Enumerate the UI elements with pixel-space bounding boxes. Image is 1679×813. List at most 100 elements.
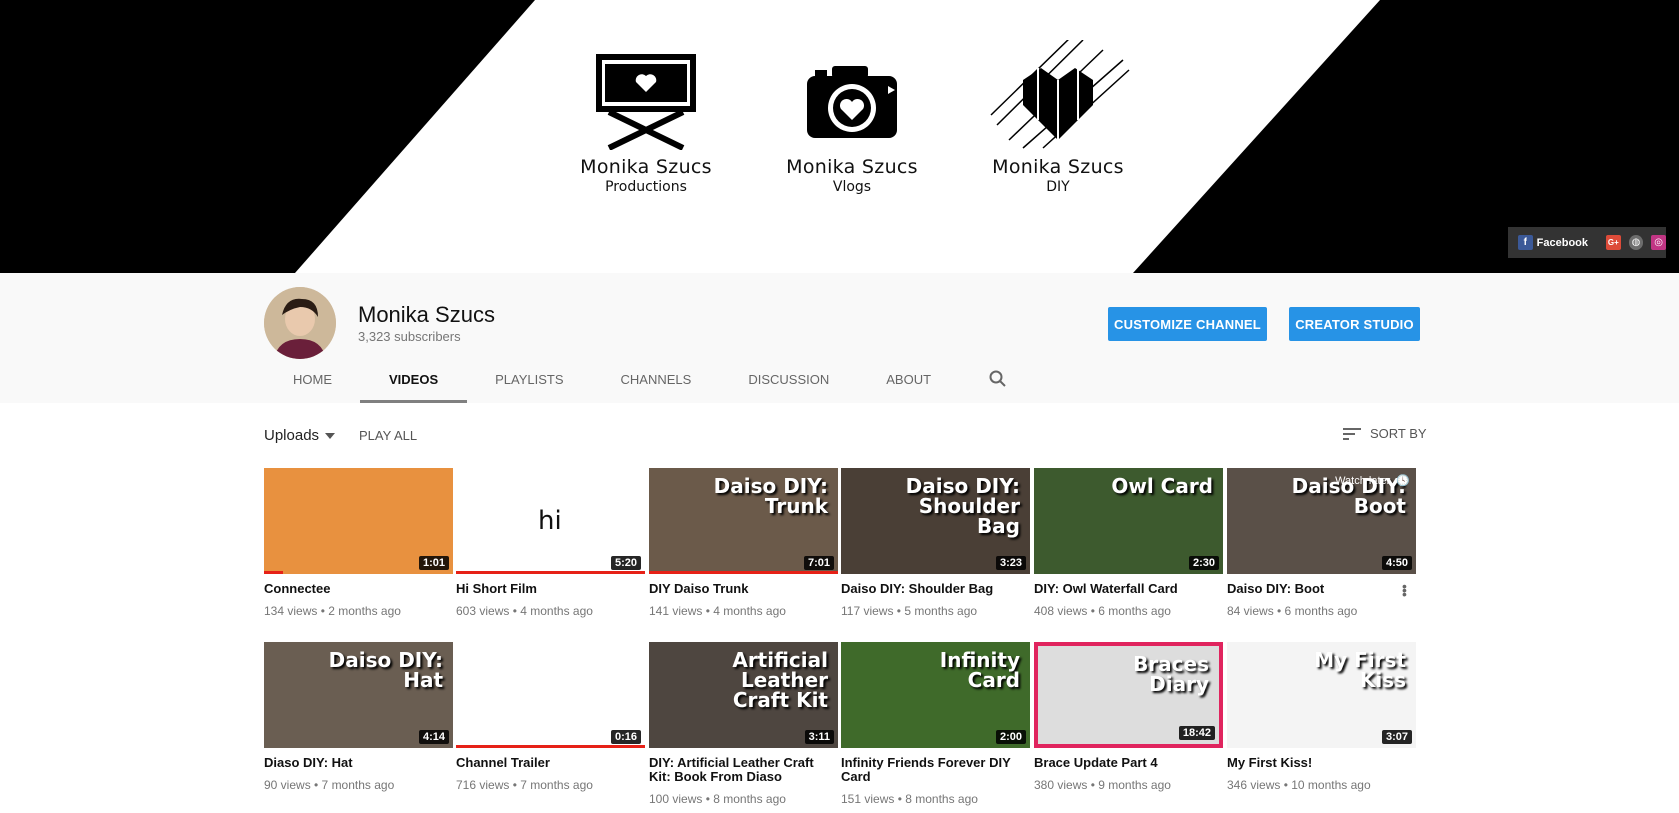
video-title[interactable]: My First Kiss! <box>1227 756 1416 770</box>
video-title[interactable]: Infinity Friends Forever DIY Card <box>841 756 1030 784</box>
video-thumbnail[interactable]: Daiso DIY: Boot Watch later 🕓 4:50 <box>1227 468 1416 574</box>
video-meta: 151 views • 8 months ago <box>841 792 978 806</box>
striped-heart-icon <box>990 40 1130 149</box>
video-title[interactable]: DIY: Artificial Leather Craft Kit: Book … <box>649 756 838 784</box>
video-title[interactable]: Daiso DIY: Boot <box>1227 582 1416 596</box>
video-card[interactable]: Braces Diary 18:42 Brace Update Part 4 380 … <box>1034 642 1223 792</box>
thumbnail-text: My First Kiss <box>1314 648 1406 692</box>
channel-banner: Monika Szucs Productions Monika Szucs Vl… <box>0 0 1679 273</box>
play-all-button[interactable]: PLAY ALL <box>359 428 417 443</box>
customize-channel-button[interactable]: CUSTOMIZE CHANNEL <box>1108 307 1267 341</box>
video-title[interactable]: Daiso DIY: Shoulder Bag <box>841 582 1030 596</box>
thumbnail-text: Daiso DIY: Hat <box>328 648 443 692</box>
watch-later-label: Watch later <box>1335 474 1391 487</box>
brand-vlogs: Monika Szucs Vlogs <box>777 40 927 195</box>
tab-home[interactable]: HOME <box>293 355 332 403</box>
camera-heart-icon <box>807 66 897 138</box>
video-thumbnail[interactable]: 1:01 <box>264 468 453 574</box>
uploads-label: Uploads <box>264 427 320 444</box>
video-thumbnail[interactable]: Infinity Card 2:00 <box>841 642 1030 748</box>
video-thumbnail[interactable]: hi 5:20 <box>456 468 645 574</box>
video-duration: 4:50 <box>1381 556 1412 570</box>
watch-progress-bar <box>264 571 283 574</box>
channel-tabs: HOME VIDEOS PLAYLISTS CHANNELS DISCUSSIO… <box>264 355 1007 403</box>
video-meta: 84 views • 6 months ago <box>1227 604 1358 618</box>
video-title[interactable]: Hi Short Film <box>456 582 645 596</box>
video-card[interactable]: Daiso DIY: Boot Watch later 🕓 4:50 Daiso DIY… <box>1227 468 1416 618</box>
video-thumbnail[interactable]: Owl Card 2:30 <box>1034 468 1223 574</box>
search-icon <box>989 370 1006 387</box>
brand-name: Monika Szucs <box>580 156 712 178</box>
video-duration: 2:30 <box>1188 556 1219 570</box>
video-meta: 100 views • 8 months ago <box>649 792 786 806</box>
thumbnail-text: Infinity Card <box>939 648 1020 692</box>
video-thumbnail[interactable]: Artificial Leather Craft Kit 3:11 <box>649 642 838 748</box>
tab-channels[interactable]: CHANNELS <box>621 355 692 403</box>
watch-later-button[interactable]: Watch later 🕓 <box>1335 474 1410 488</box>
tab-about[interactable]: ABOUT <box>886 355 931 403</box>
sort-by-button[interactable]: SORT BY <box>1343 426 1427 441</box>
watch-progress-bar <box>456 745 645 748</box>
video-thumbnail[interactable]: Braces Diary 18:42 <box>1034 642 1223 748</box>
brand-sub: Vlogs <box>832 179 872 195</box>
video-meta: 90 views • 7 months ago <box>264 778 395 792</box>
uploads-dropdown[interactable]: Uploads <box>264 427 336 444</box>
facebook-link[interactable]: Facebook <box>1537 237 1588 249</box>
video-meta: 117 views • 5 months ago <box>841 604 978 618</box>
video-title[interactable]: Channel Trailer <box>456 756 645 770</box>
sort-icon <box>1343 427 1361 440</box>
avatar[interactable] <box>264 287 336 359</box>
video-thumbnail[interactable]: 0:16 <box>456 642 645 748</box>
google-plus-icon[interactable]: G+ <box>1606 235 1621 250</box>
video-card[interactable]: hi 5:20 Hi Short Film 603 views • 4 months … <box>456 468 645 618</box>
video-card[interactable]: Daiso DIY: Trunk 7:01 DIY Daiso Trunk 141 v… <box>649 468 838 618</box>
video-card[interactable]: Artificial Leather Craft Kit 3:11 DIY: Art… <box>649 642 838 806</box>
thumbnail-text: Daiso DIY: Trunk <box>713 474 828 518</box>
channel-header: Monika Szucs 3,323 subscribers CUSTOMIZE… <box>0 273 1679 403</box>
channel-name: Monika Szucs <box>358 302 495 327</box>
video-title[interactable]: Brace Update Part 4 <box>1034 756 1223 770</box>
video-thumbnail[interactable]: My First Kiss 3:07 <box>1227 642 1416 748</box>
video-thumbnail[interactable]: Daiso DIY: Hat 4:14 <box>264 642 453 748</box>
creator-studio-button[interactable]: CREATOR STUDIO <box>1289 307 1420 341</box>
video-card[interactable]: Daiso DIY: Shoulder Bag 3:23 Daiso DIY: Sh… <box>841 468 1030 618</box>
website-icon[interactable]: ◍ <box>1628 235 1644 250</box>
facebook-icon[interactable]: f <box>1518 235 1533 250</box>
video-card[interactable]: Infinity Card 2:00 Infinity Friends Foreve… <box>841 642 1030 806</box>
caret-down-icon <box>325 432 336 439</box>
search-channel-button[interactable] <box>989 355 1007 403</box>
watch-progress-bar <box>456 571 645 574</box>
video-duration: 4:14 <box>418 730 449 744</box>
video-duration: 5:20 <box>610 556 641 570</box>
video-title[interactable]: DIY Daiso Trunk <box>649 582 838 596</box>
social-links: f Facebook G+ ◍ ◎ <box>1508 227 1666 258</box>
video-card[interactable]: My First Kiss 3:07 My First Kiss! 346 views… <box>1227 642 1416 792</box>
video-duration: 1:01 <box>418 556 449 570</box>
video-meta: 141 views • 4 months ago <box>649 604 786 618</box>
video-card[interactable]: Daiso DIY: Hat 4:14 Diaso DIY: Hat 90 views… <box>264 642 453 792</box>
tab-discussion[interactable]: DISCUSSION <box>748 355 829 403</box>
video-thumbnail[interactable]: Daiso DIY: Trunk 7:01 <box>649 468 838 574</box>
video-meta: 603 views • 4 months ago <box>456 604 593 618</box>
tab-playlists[interactable]: PLAYLISTS <box>495 355 563 403</box>
brand-sub: Productions <box>605 179 687 195</box>
tab-videos[interactable]: VIDEOS <box>359 355 468 403</box>
video-meta: 408 views • 6 months ago <box>1034 604 1171 618</box>
instagram-icon[interactable]: ◎ <box>1651 235 1666 250</box>
video-title[interactable]: DIY: Owl Waterfall Card <box>1034 582 1223 596</box>
directors-chair-heart-icon <box>596 54 696 150</box>
video-card[interactable]: 1:01 Connectee 134 views • 2 months ago <box>264 468 453 618</box>
more-actions-icon[interactable]: • • • <box>1402 579 1407 601</box>
video-duration: 18:42 <box>1178 726 1215 740</box>
video-meta: 346 views • 10 months ago <box>1227 778 1371 792</box>
video-card[interactable]: Owl Card 2:30 DIY: Owl Waterfall Card 408 v… <box>1034 468 1223 618</box>
brand-name: Monika Szucs <box>992 156 1124 178</box>
video-title[interactable]: Diaso DIY: Hat <box>264 756 453 770</box>
video-title[interactable]: Connectee <box>264 582 453 596</box>
thumbnail-text: Daiso DIY: Shoulder Bag <box>905 474 1020 538</box>
thumbnail-text: Braces Diary <box>1133 652 1209 696</box>
brand-name: Monika Szucs <box>786 156 918 178</box>
subscriber-count: 3,323 subscribers <box>358 329 461 344</box>
video-card[interactable]: 0:16 Channel Trailer 716 views • 7 months … <box>456 642 645 792</box>
video-thumbnail[interactable]: Daiso DIY: Shoulder Bag 3:23 <box>841 468 1030 574</box>
